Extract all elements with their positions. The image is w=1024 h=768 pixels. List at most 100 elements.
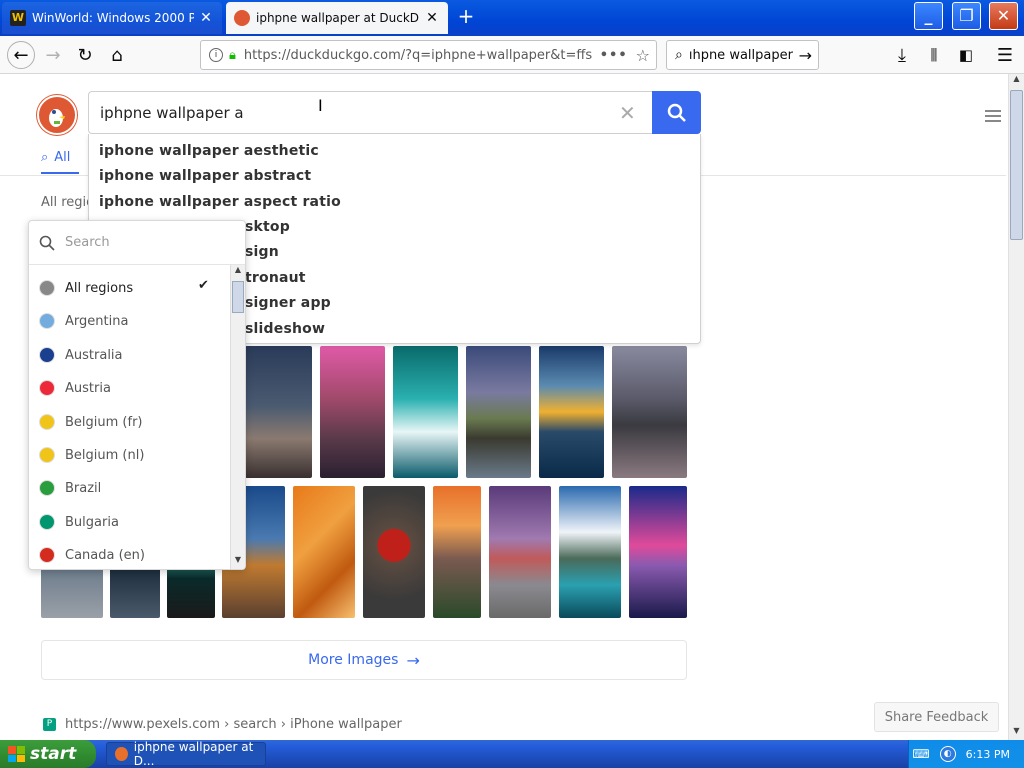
region-item[interactable]: Brazil — [39, 478, 101, 498]
menu-icon[interactable]: ☰ — [992, 42, 1018, 68]
more-images-button[interactable]: More Images → — [41, 640, 687, 680]
ddg-menu-icon[interactable] — [985, 107, 1001, 125]
go-arrow-icon[interactable]: → — [799, 46, 812, 65]
region-item-label: Belgium (nl) — [65, 447, 145, 463]
minimize-button[interactable]: _ — [914, 2, 943, 30]
info-icon[interactable]: i — [209, 48, 223, 62]
region-item-label: Belgium (fr) — [65, 414, 143, 430]
suggestion-item[interactable]: iphone wallpaper aesthetic — [99, 143, 319, 159]
search-bar-text[interactable]: ıhpne wallpaper — [689, 48, 799, 63]
sidebar-icon[interactable]: ◧ — [953, 42, 979, 68]
tab-all-label: All — [54, 150, 71, 165]
region-item-label: Austria — [65, 380, 111, 396]
result-url[interactable]: P https://www.pexels.com › search › iPho… — [43, 717, 402, 732]
url-text[interactable]: https://duckduckgo.com/?q=iphpne+wallpap… — [244, 48, 592, 63]
suggestion-item[interactable]: sktop — [245, 219, 290, 235]
region-filter[interactable]: All regio — [41, 195, 94, 210]
download-icon[interactable]: ⤓ — [889, 42, 915, 68]
suggestion-item[interactable]: iphone wallpaper abstract — [99, 168, 311, 184]
network-icon[interactable]: ◐ — [939, 746, 956, 762]
suggestion-item[interactable]: tronaut — [245, 270, 306, 286]
magnifier-icon — [667, 103, 686, 122]
region-search-placeholder: Search — [65, 235, 110, 250]
region-item-label: Bulgaria — [65, 514, 119, 530]
clear-search-icon[interactable]: ✕ — [619, 101, 636, 125]
duckduckgo-favicon-icon — [234, 10, 250, 26]
region-item[interactable]: Argentina — [39, 311, 128, 331]
image-result[interactable] — [363, 486, 425, 618]
region-flag-icon — [39, 414, 55, 430]
reload-icon[interactable]: ↻ — [72, 42, 98, 68]
search-icon — [39, 235, 55, 251]
text-cursor-icon: I — [318, 96, 323, 115]
pexels-favicon-icon: P — [43, 718, 56, 731]
tab-winworld[interactable]: W WinWorld: Windows 2000 Profess ✕ — [2, 2, 222, 34]
tab-duckduckgo[interactable]: iphpne wallpaper at DuckDuckGo ✕ — [226, 2, 448, 34]
taskbar-item-label: iphpne wallpaper at D... — [133, 740, 254, 768]
region-item[interactable]: Belgium (fr) — [39, 412, 143, 432]
region-item[interactable]: Australia — [39, 345, 123, 365]
forward-arrow-icon[interactable]: → — [40, 42, 66, 68]
image-result[interactable] — [293, 486, 355, 618]
home-icon[interactable]: ⌂ — [104, 42, 130, 68]
page-scrollbar[interactable]: ▲ ▼ — [1008, 74, 1024, 740]
image-result[interactable] — [559, 486, 621, 618]
suggestion-item[interactable]: signer app — [245, 295, 331, 311]
checkmark-icon: ✔ — [198, 278, 209, 293]
bookmark-star-icon[interactable]: ☆ — [636, 46, 650, 65]
taskbar-item-firefox[interactable]: iphpne wallpaper at D... — [106, 740, 266, 768]
suggestion-item[interactable]: slideshow — [245, 321, 325, 337]
image-result[interactable] — [245, 346, 312, 478]
maximize-button[interactable]: ❐ — [952, 2, 981, 30]
suggestion-item[interactable]: iphone wallpaper aspect ratio — [99, 194, 341, 210]
url-bar[interactable]: i 🔒︎ https://duckduckgo.com/?q=iphpne+wa… — [200, 40, 657, 70]
windows-logo-icon — [8, 746, 25, 762]
image-result[interactable] — [489, 486, 551, 618]
start-button[interactable]: start — [0, 740, 96, 768]
region-item[interactable]: Austria — [39, 378, 111, 398]
search-icon: ⌕ — [675, 47, 683, 63]
duckduckgo-logo[interactable] — [37, 95, 77, 135]
close-window-button[interactable]: ✕ — [989, 2, 1018, 30]
region-dropdown: Search All regions Argentina Australia Aust… — [28, 220, 246, 570]
region-item[interactable]: Canada (en) — [39, 545, 145, 565]
tab-label: iphpne wallpaper at DuckDuckGo — [256, 11, 420, 25]
close-tab-icon[interactable]: ✕ — [424, 10, 440, 26]
image-result[interactable] — [629, 486, 687, 618]
keyboard-icon[interactable]: ⌨ — [912, 747, 929, 761]
region-flag-icon — [39, 547, 55, 563]
browser-search-bar[interactable]: ⌕ ıhpne wallpaper → — [666, 40, 819, 70]
region-flag-icon — [39, 380, 55, 396]
page-actions-icon[interactable]: ••• — [600, 48, 628, 63]
new-tab-plus-icon[interactable]: + — [456, 6, 476, 28]
winworld-favicon-icon: W — [10, 10, 26, 26]
image-result[interactable] — [466, 346, 531, 478]
back-arrow-icon[interactable]: ← — [7, 41, 35, 69]
suggestion-item[interactable]: sign — [245, 244, 279, 260]
search-button[interactable] — [652, 91, 701, 134]
share-feedback-button[interactable]: Share Feedback — [874, 702, 999, 732]
clock[interactable]: 6:13 PM — [966, 748, 1010, 761]
region-item[interactable]: Bulgaria — [39, 512, 119, 532]
region-flag-icon — [39, 480, 55, 496]
search-input[interactable]: iphpne wallpaper a — [88, 91, 652, 134]
region-item-label: Canada (en) — [65, 547, 145, 563]
image-result[interactable] — [539, 346, 604, 478]
image-result[interactable] — [393, 346, 458, 478]
close-tab-icon[interactable]: ✕ — [198, 10, 214, 26]
tab-all[interactable]: ⌕ All — [41, 150, 70, 165]
region-scrollbar[interactable]: ▲ ▼ — [230, 265, 245, 569]
region-search-input[interactable]: Search — [29, 221, 245, 265]
image-result[interactable] — [612, 346, 687, 478]
region-item[interactable]: Belgium (nl) — [39, 445, 144, 465]
region-flag-icon — [39, 347, 55, 363]
title-bar: W WinWorld: Windows 2000 Profess ✕ iphpn… — [0, 0, 1024, 36]
region-item[interactable]: All regions — [39, 278, 133, 298]
library-icon[interactable]: ⫼ — [921, 42, 947, 68]
region-item-label: Brazil — [65, 480, 102, 496]
image-result[interactable] — [320, 346, 385, 478]
image-result[interactable] — [433, 486, 481, 618]
region-flag-icon — [39, 313, 55, 329]
search-query-text: iphpne wallpaper a — [100, 103, 244, 122]
navigation-toolbar: ← → ↻ ⌂ i 🔒︎ https://duckduckgo.com/?q=i… — [0, 36, 1024, 74]
